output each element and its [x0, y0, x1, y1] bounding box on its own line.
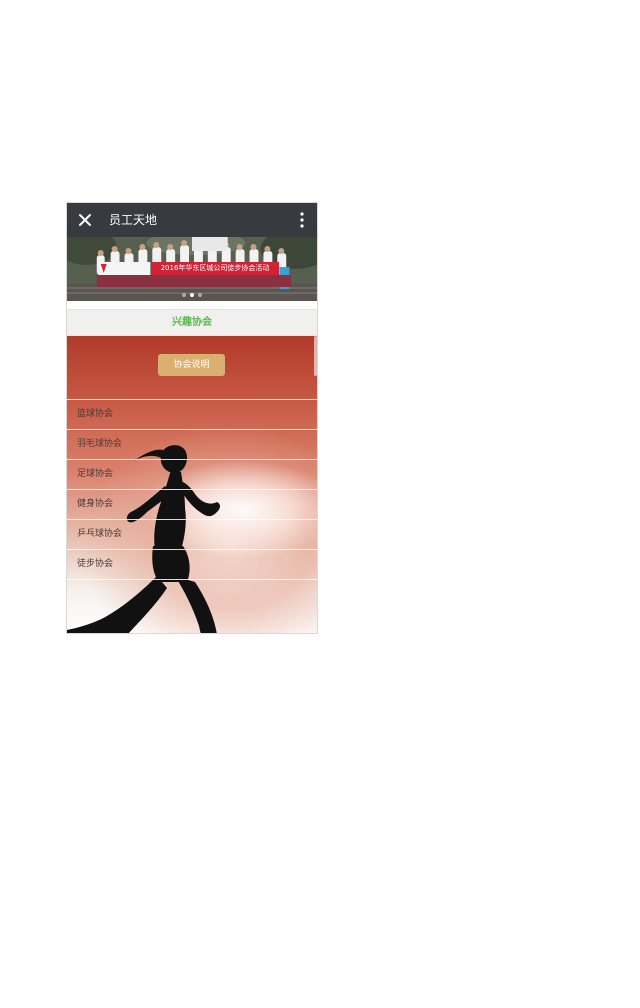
carousel-dot[interactable] — [182, 293, 186, 297]
list-item-badminton[interactable]: 羽毛球协会 — [67, 430, 317, 460]
list-item-fitness[interactable]: 健身协会 — [67, 490, 317, 520]
association-list: 篮球协会 羽毛球协会 足球协会 健身协会 乒乓球协会 徒步协会 — [67, 399, 317, 580]
list-item-hiking[interactable]: 徒步协会 — [67, 550, 317, 580]
divider — [67, 301, 317, 309]
close-button[interactable] — [75, 210, 95, 230]
banner-carousel[interactable]: 2016年华东区城公司徒步协会活动 — [67, 237, 317, 301]
carousel-dot-active[interactable] — [190, 293, 194, 297]
page: 员工天地 2016年华东区城公司徒步协会活动 兴趣协会 协会说明 篮球协会 羽毛… — [0, 0, 640, 1008]
top-bar: 员工天地 — [67, 203, 317, 237]
carousel-indicators — [67, 293, 317, 297]
scrollbar[interactable] — [314, 336, 317, 376]
association-description-button[interactable]: 协会说明 — [158, 354, 225, 376]
carousel-dot[interactable] — [198, 293, 202, 297]
association-panel: 协会说明 篮球协会 羽毛球协会 足球协会 健身协会 乒乓球协会 徒步协会 — [67, 336, 317, 633]
list-item-football[interactable]: 足球协会 — [67, 460, 317, 490]
section-header: 兴趣协会 — [67, 309, 317, 336]
more-vertical-icon — [295, 212, 309, 234]
close-icon — [75, 210, 95, 230]
banner-caption: 2016年华东区城公司徒步协会活动 — [151, 262, 279, 275]
list-item-basketball[interactable]: 篮球协会 — [67, 400, 317, 430]
more-menu-button[interactable] — [295, 210, 309, 230]
list-item-table-tennis[interactable]: 乒乓球协会 — [67, 520, 317, 550]
phone-screen: 员工天地 2016年华东区城公司徒步协会活动 兴趣协会 协会说明 篮球协会 羽毛… — [66, 202, 318, 634]
page-title: 员工天地 — [109, 213, 158, 227]
